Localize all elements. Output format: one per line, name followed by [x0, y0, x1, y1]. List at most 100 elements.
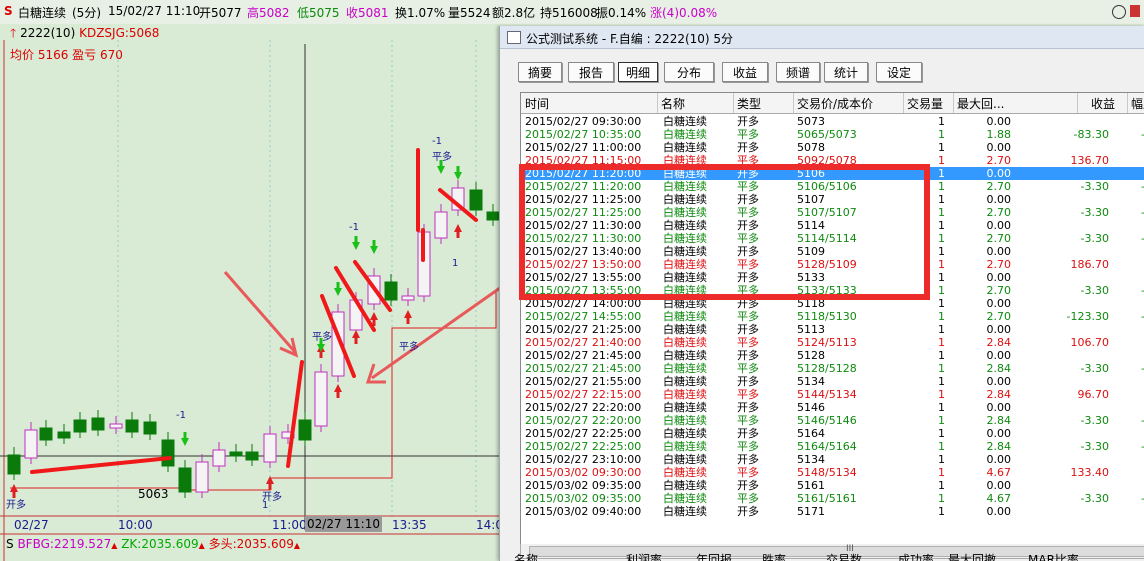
table-cell: 2.84 [986, 362, 1012, 375]
table-cell: 平多 [737, 232, 759, 245]
tab-5[interactable]: 收益 [722, 62, 768, 82]
one-label: 1 [262, 500, 269, 511]
tab-2[interactable]: 报告 [568, 62, 614, 82]
table-row[interactable]: 2015/02/27 09:30:00 白糖连续 开多 5073 1 0.00 [521, 115, 1144, 128]
table-cell: -3.30 [1080, 492, 1109, 505]
table-row[interactable]: 2015/02/27 11:30:00 白糖连续 开多 5114 1 0.00 [521, 219, 1144, 232]
column-separator[interactable] [793, 93, 794, 113]
table-row[interactable]: 2015/02/27 21:55:00 白糖连续 开多 5134 1 0.00 [521, 375, 1144, 388]
table-cell: 5128/5128 [797, 362, 857, 375]
table-cell: 白糖连续 [663, 349, 707, 362]
table-cell: 2015/02/27 21:25:00 [525, 323, 642, 336]
summary-column-header[interactable]: MAR比率 [1028, 551, 1079, 561]
tab-3[interactable]: 明细 [618, 62, 658, 82]
table-row[interactable]: 2015/02/27 14:55:00 白糖连续 平多 5118/5130 1 2.70 -… [521, 310, 1144, 323]
column-separator[interactable] [733, 93, 734, 113]
table-cell: 2015/02/27 22:25:00 [525, 440, 642, 453]
column-separator[interactable] [903, 93, 904, 113]
summary-column-header[interactable]: 利润率 [626, 551, 662, 561]
table-cell: 1 [938, 505, 945, 518]
table-row[interactable]: 2015/02/27 21:40:00 白糖连续 平多 5124/5113 1 2.84 1… [521, 336, 1144, 349]
table-cell: 2015/03/02 09:30:00 [525, 466, 642, 479]
column-separator[interactable] [1127, 93, 1128, 113]
table-row[interactable]: 2015/02/27 22:15:00 白糖连续 平多 5144/5134 1 2.84 9… [521, 388, 1144, 401]
table-cell: 2015/02/27 22:20:00 [525, 414, 642, 427]
table-row[interactable]: 2015/02/27 21:45:00 白糖连续 开多 5128 1 0.00 [521, 349, 1144, 362]
column-separator[interactable] [657, 93, 658, 113]
column-header[interactable]: 收益 [1091, 95, 1115, 112]
tab-7[interactable]: 统计 [824, 62, 868, 82]
table-row[interactable]: 2015/02/27 14:00:00 白糖连续 开多 5118 1 0.00 [521, 297, 1144, 310]
table-cell: 5134 [797, 453, 825, 466]
table-cell: 白糖连续 [663, 167, 707, 180]
table-cell: 2015/03/02 09:35:00 [525, 479, 642, 492]
tab-8[interactable]: 设定 [876, 62, 922, 82]
table-row[interactable]: 2015/02/27 11:00:00 白糖连续 开多 5078 1 0.00 [521, 141, 1144, 154]
table-row[interactable]: 2015/02/27 11:20:00 白糖连续 平多 5106/5106 1 2.70 -… [521, 180, 1144, 193]
column-header[interactable]: 交易价/成本价 [797, 95, 873, 112]
column-separator[interactable] [1077, 93, 1078, 113]
summary-column-header[interactable]: 成功率 [898, 551, 934, 561]
table-row[interactable]: 2015/03/02 09:35:00 白糖连续 平多 5161/5161 1 4.67 -… [521, 492, 1144, 505]
table-cell: 2.84 [986, 414, 1012, 427]
table-row[interactable]: 2015/02/27 10:35:00 白糖连续 平多 5065/5073 1 1.88 -… [521, 128, 1144, 141]
table-row[interactable]: 2015/02/27 22:20:00 白糖连续 平多 5146/5146 1 2.84 -… [521, 414, 1144, 427]
table-cell: 开多 [737, 401, 759, 414]
tab-6[interactable]: 频谱 [776, 62, 820, 82]
table-row[interactable]: 2015/02/27 21:25:00 白糖连续 开多 5113 1 0.00 [521, 323, 1144, 336]
table-row[interactable]: 2015/02/27 13:55:00 白糖连续 开多 5133 1 0.00 [521, 271, 1144, 284]
table-cell: 开多 [737, 297, 759, 310]
table-row[interactable]: 2015/02/27 13:50:00 白糖连续 平多 5128/5109 1 2.70 1… [521, 258, 1144, 271]
column-header[interactable]: 交易量 [907, 95, 943, 112]
table-cell: 开多 [737, 245, 759, 258]
column-header[interactable]: 幅度 [1131, 95, 1144, 112]
tab-4[interactable]: 分布 [664, 62, 714, 82]
table-cell: 0.00 [986, 479, 1012, 492]
table-row[interactable]: 2015/02/27 13:40:00 白糖连续 开多 5109 1 0.00 [521, 245, 1144, 258]
summary-table-header: 名称 利润率 年回报 胜率 交易数 成功率 最大回撤 MAR比率 [500, 550, 1144, 561]
summary-column-header[interactable]: 名称 [514, 551, 538, 561]
trade-detail-table[interactable]: 时间 名称 类型 交易价/成本价 交易量最大回... 收益幅度 2015/02/27 09… [520, 92, 1144, 546]
column-header[interactable]: 类型 [737, 95, 761, 112]
table-cell: -3.30 [1080, 414, 1109, 427]
column-header[interactable]: 最大回... [957, 95, 1004, 112]
table-row[interactable]: 2015/02/27 11:25:00 白糖连续 平多 5107/5107 1 2.70 -… [521, 206, 1144, 219]
table-row[interactable]: 2015/02/27 13:55:00 白糖连续 平多 5133/5133 1 2.70 -… [521, 284, 1144, 297]
tab-1[interactable]: 摘要 [518, 62, 562, 82]
sell-signal-arrow [181, 432, 189, 446]
table-row[interactable]: 2015/02/27 22:25:00 白糖连续 开多 5164 1 0.00 [521, 427, 1144, 440]
table-row[interactable]: 2015/02/27 11:20:00 白糖连续 开多 5106 1 0.00 [521, 167, 1144, 180]
table-row[interactable]: 2015/02/27 22:25:00 白糖连续 平多 5164/5164 1 2.84 -… [521, 440, 1144, 453]
table-row[interactable]: 2015/02/27 11:30:00 白糖连续 平多 5114/5114 1 2.70 -… [521, 232, 1144, 245]
window-titlebar[interactable]: 公式测试系统 - F.自编 : 2222(10) 5分 [500, 26, 1144, 49]
table-row[interactable]: 2015/02/27 11:25:00 白糖连续 开多 5107 1 0.00 [521, 193, 1144, 206]
candle-body [161, 439, 175, 467]
formula-test-window[interactable]: 公式测试系统 - F.自编 : 2222(10) 5分 摘要 报告 明细 分布 收益 频谱… [499, 26, 1144, 561]
table-cell: 1 [938, 375, 945, 388]
table-row[interactable]: 2015/02/27 11:15:00 白糖连续 平多 5092/5078 1 2.70 1… [521, 154, 1144, 167]
table-cell: 开多 [737, 505, 759, 518]
table-cell: 5073 [797, 115, 825, 128]
table-row[interactable]: 2015/02/27 21:45:00 白糖连续 平多 5128/5128 1 2.84 -… [521, 362, 1144, 375]
summary-column-header[interactable]: 胜率 [762, 551, 786, 561]
column-header[interactable]: 名称 [661, 95, 685, 112]
table-cell: 1 [938, 206, 945, 219]
column-separator[interactable] [953, 93, 954, 113]
table-cell: 2.70 [986, 232, 1012, 245]
table-row[interactable]: 2015/02/27 23:10:00 白糖连续 开多 5134 1 0.00 [521, 453, 1144, 466]
table-cell: 开多 [737, 453, 759, 466]
table-row[interactable]: 2015/03/02 09:30:00 白糖连续 平多 5148/5134 1 4.67 1… [521, 466, 1144, 479]
table-cell: 1 [938, 128, 945, 141]
column-header[interactable]: 时间 [525, 95, 549, 112]
summary-column-header[interactable]: 最大回撤 [948, 551, 996, 561]
table-row[interactable]: 2015/03/02 09:40:00 白糖连续 开多 5171 1 0.00 [521, 505, 1144, 518]
table-row[interactable]: 2015/02/27 22:20:00 白糖连续 开多 5146 1 0.00 [521, 401, 1144, 414]
table-cell: 4.67 [986, 492, 1012, 505]
table-row[interactable]: 2015/03/02 09:35:00 白糖连续 开多 5161 1 0.00 [521, 479, 1144, 492]
summary-column-header[interactable]: 年回报 [696, 551, 732, 561]
open-long-label: 开多 [6, 500, 26, 511]
table-cell: 白糖连续 [663, 414, 707, 427]
table-cell: 2015/02/27 11:20:00 [525, 167, 642, 180]
table-cell: 白糖连续 [663, 141, 707, 154]
summary-column-header[interactable]: 交易数 [826, 551, 862, 561]
